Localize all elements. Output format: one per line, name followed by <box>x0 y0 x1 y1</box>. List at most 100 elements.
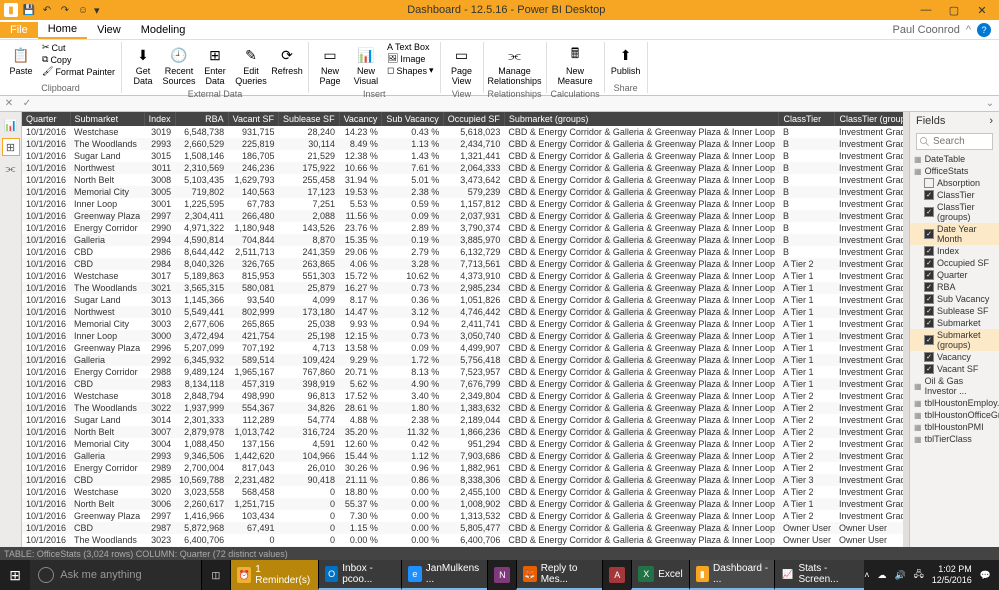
undo-icon[interactable]: ↶ <box>40 3 54 17</box>
column-header[interactable]: Submarket <box>70 112 144 126</box>
table-row[interactable]: 10/1/2016Northwest30105,549,441802,99917… <box>22 306 903 318</box>
table-row[interactable]: 10/1/2016Inner Loop30011,225,59567,7837,… <box>22 198 903 210</box>
table-row[interactable]: 10/1/2016CBD29838,134,118457,319398,9195… <box>22 378 903 390</box>
table-row[interactable]: 10/1/2016Galleria29939,346,5061,442,6201… <box>22 450 903 462</box>
field-checkbox[interactable]: ✓ <box>924 229 934 239</box>
field-checkbox[interactable] <box>924 178 934 188</box>
new-visual-button[interactable]: 📊NewVisual <box>349 42 383 88</box>
field-table[interactable]: ▦OfficeStats <box>910 165 999 177</box>
field-checkbox[interactable]: ✓ <box>924 207 934 217</box>
tab-view[interactable]: View <box>87 22 131 38</box>
column-header[interactable]: Vacant SF <box>228 112 278 126</box>
table-row[interactable]: 10/1/2016Greenway Plaza29972,304,411266,… <box>22 210 903 222</box>
user-name[interactable]: Paul Coonrod <box>893 24 960 36</box>
table-row[interactable]: 10/1/2016CBD29875,872,96867,49101.15 %0.… <box>22 522 903 534</box>
field-table[interactable]: ▦tblTierClass <box>910 433 999 445</box>
field-column[interactable]: Absorption <box>910 177 999 189</box>
column-header[interactable]: Quarter <box>22 112 70 126</box>
redo-icon[interactable]: ↷ <box>58 3 72 17</box>
data-grid[interactable]: QuarterSubmarketIndexRBAVacant SFSubleas… <box>22 112 903 547</box>
table-row[interactable]: 10/1/2016The Woodlands29932,660,529225,8… <box>22 138 903 150</box>
table-row[interactable]: 10/1/2016North Belt30062,260,6171,251,71… <box>22 498 903 510</box>
table-row[interactable]: 10/1/2016Energy Corridor29904,971,3221,1… <box>22 222 903 234</box>
tray-up-icon[interactable]: ˄ <box>864 570 869 580</box>
table-row[interactable]: 10/1/2016CBD29848,040,326326,765263,8654… <box>22 258 903 270</box>
column-header[interactable]: Submarket (groups) <box>504 112 779 126</box>
copy-button[interactable]: ⧉ Copy <box>42 54 115 65</box>
field-column[interactable]: ✓Sub Vacancy <box>910 293 999 305</box>
table-row[interactable]: 10/1/2016CBD298510,569,7882,231,48290,41… <box>22 474 903 486</box>
field-column[interactable]: ✓Quarter <box>910 269 999 281</box>
taskbar-onenote[interactable]: N <box>487 560 516 590</box>
field-checkbox[interactable]: ✓ <box>924 318 934 328</box>
table-row[interactable]: 10/1/2016Greenway Plaza29971,416,966103,… <box>22 510 903 522</box>
field-table[interactable]: ▦DateTable <box>910 153 999 165</box>
task-view-button[interactable]: ◫ <box>201 560 230 590</box>
field-checkbox[interactable]: ✓ <box>924 282 934 292</box>
tab-home[interactable]: Home <box>38 21 87 39</box>
table-row[interactable]: 10/1/2016Energy Corridor29889,489,1241,9… <box>22 366 903 378</box>
table-row[interactable]: 10/1/2016Westchase30175,189,863815,95355… <box>22 270 903 282</box>
save-icon[interactable]: 💾 <box>22 3 36 17</box>
taskbar-powerbi[interactable]: ▮Dashboard - ... <box>689 560 774 590</box>
taskbar-reminders[interactable]: ⏰1 Reminder(s) <box>230 560 318 590</box>
field-checkbox[interactable]: ✓ <box>924 306 934 316</box>
table-row[interactable]: 10/1/2016The Woodlands30221,937,999554,3… <box>22 402 903 414</box>
table-row[interactable]: 10/1/2016CBD29868,644,4422,511,713241,35… <box>22 246 903 258</box>
tab-modeling[interactable]: Modeling <box>131 22 196 38</box>
report-view-icon[interactable]: 📊 <box>2 116 20 134</box>
table-row[interactable]: 10/1/2016Memorial City30041,088,450137,1… <box>22 438 903 450</box>
field-table[interactable]: ▦tblHoustonOfficeGr... <box>910 409 999 421</box>
publish-button[interactable]: ⬆Publish <box>609 42 643 78</box>
field-checkbox[interactable]: ✓ <box>924 335 934 345</box>
table-row[interactable]: 10/1/2016The Woodlands30236,400,706000.0… <box>22 534 903 546</box>
field-table[interactable]: ▦tblHoustonEmploy... <box>910 397 999 409</box>
tray-notifications-icon[interactable]: 💬 <box>980 570 991 581</box>
data-view-icon[interactable]: ⊞ <box>2 138 20 156</box>
fx-expand-icon[interactable]: ⌄ <box>981 98 999 109</box>
field-checkbox[interactable]: ✓ <box>924 294 934 304</box>
table-row[interactable]: 10/1/2016Sugar Land30142,301,333112,2895… <box>22 414 903 426</box>
tray-network-icon[interactable]: 🖧 <box>914 567 924 583</box>
tab-file[interactable]: File <box>0 22 38 38</box>
field-column[interactable]: ✓Vacancy <box>910 351 999 363</box>
field-column[interactable]: ✓ClassTier (groups) <box>910 201 999 223</box>
taskbar-stats[interactable]: 📈Stats - Screen... <box>774 560 864 590</box>
get-data-button[interactable]: ⬇GetData <box>126 42 160 88</box>
field-table[interactable]: ▦tblHoustonPMI <box>910 421 999 433</box>
column-header[interactable]: ClassTier <box>779 112 835 126</box>
table-row[interactable]: 10/1/2016Westchase30203,023,558568,45801… <box>22 486 903 498</box>
field-column[interactable]: ✓Vacant SF <box>910 363 999 375</box>
field-column[interactable]: ✓Submarket (groups) <box>910 329 999 351</box>
field-checkbox[interactable]: ✓ <box>924 352 934 362</box>
field-column[interactable]: ✓Submarket <box>910 317 999 329</box>
table-row[interactable]: 10/1/2016Northwest30112,310,569246,23617… <box>22 162 903 174</box>
column-header[interactable]: Sublease SF <box>279 112 340 126</box>
table-row[interactable]: 10/1/2016Memorial City3005719,802140,563… <box>22 186 903 198</box>
taskbar-ie[interactable]: eJanMulkens ... <box>401 560 487 590</box>
table-row[interactable]: 10/1/2016Westchase30182,848,794498,99096… <box>22 390 903 402</box>
cortana-search[interactable]: Ask me anything <box>30 560 201 590</box>
table-row[interactable]: 10/1/2016Memorial City30032,677,606265,8… <box>22 318 903 330</box>
paste-button[interactable]: 📋Paste <box>4 42 38 78</box>
table-row[interactable]: 10/1/2016Energy Corridor29892,700,004817… <box>22 462 903 474</box>
field-column[interactable]: ✓Date Year Month <box>910 223 999 245</box>
table-row[interactable]: 10/1/2016Galleria29926,345,932589,514109… <box>22 354 903 366</box>
taskbar-outlook[interactable]: OInbox - pcoo... <box>318 560 401 590</box>
tray-volume-icon[interactable]: 🔊 <box>894 570 905 581</box>
fx-cancel-icon[interactable]: ✕ <box>0 98 18 109</box>
table-row[interactable]: 10/1/2016Greenway Plaza29965,207,099707,… <box>22 342 903 354</box>
fields-search-input[interactable] <box>916 133 993 150</box>
field-checkbox[interactable]: ✓ <box>924 190 934 200</box>
text-box-button[interactable]: A Text Box <box>387 42 434 52</box>
field-column[interactable]: ✓Occupied SF <box>910 257 999 269</box>
tray-onedrive-icon[interactable]: ☁ <box>877 570 886 581</box>
table-row[interactable]: 10/1/2016North Belt30085,103,4351,629,79… <box>22 174 903 186</box>
column-header[interactable]: Sub Vacancy <box>382 112 443 126</box>
table-row[interactable]: 10/1/2016Sugar Land3016293,000000.00 %0.… <box>22 546 903 547</box>
table-row[interactable]: 10/1/2016Sugar Land30131,145,36693,5404,… <box>22 294 903 306</box>
help-icon[interactable]: ? <box>977 23 991 37</box>
table-row[interactable]: 10/1/2016Inner Loop30003,472,494421,7542… <box>22 330 903 342</box>
field-column[interactable]: ✓Index <box>910 245 999 257</box>
column-header[interactable]: RBA <box>175 112 228 126</box>
